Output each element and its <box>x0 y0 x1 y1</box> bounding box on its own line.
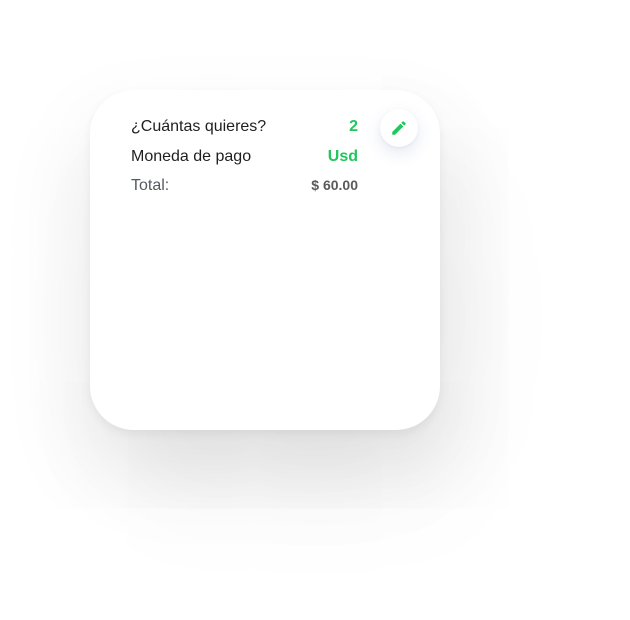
pencil-icon <box>390 119 408 137</box>
edit-button[interactable] <box>380 109 418 147</box>
quantity-value: 2 <box>349 118 358 135</box>
currency-value: Usd <box>327 148 358 165</box>
quantity-row: ¿Cuántas quieres? 2 <box>131 118 358 136</box>
currency-label: Moneda de pago <box>131 148 252 165</box>
order-summary-card: ¿Cuántas quieres? 2 Moneda de pago Usd T… <box>90 90 440 430</box>
total-row: Total: $ 60.00 <box>131 177 358 195</box>
stage: ¿Cuántas quieres? 2 Moneda de pago Usd T… <box>0 0 630 620</box>
total-label: Total: <box>131 177 170 194</box>
currency-row: Moneda de pago Usd <box>131 148 358 166</box>
total-value: $ 60.00 <box>311 177 358 193</box>
quantity-label: ¿Cuántas quieres? <box>131 118 267 135</box>
